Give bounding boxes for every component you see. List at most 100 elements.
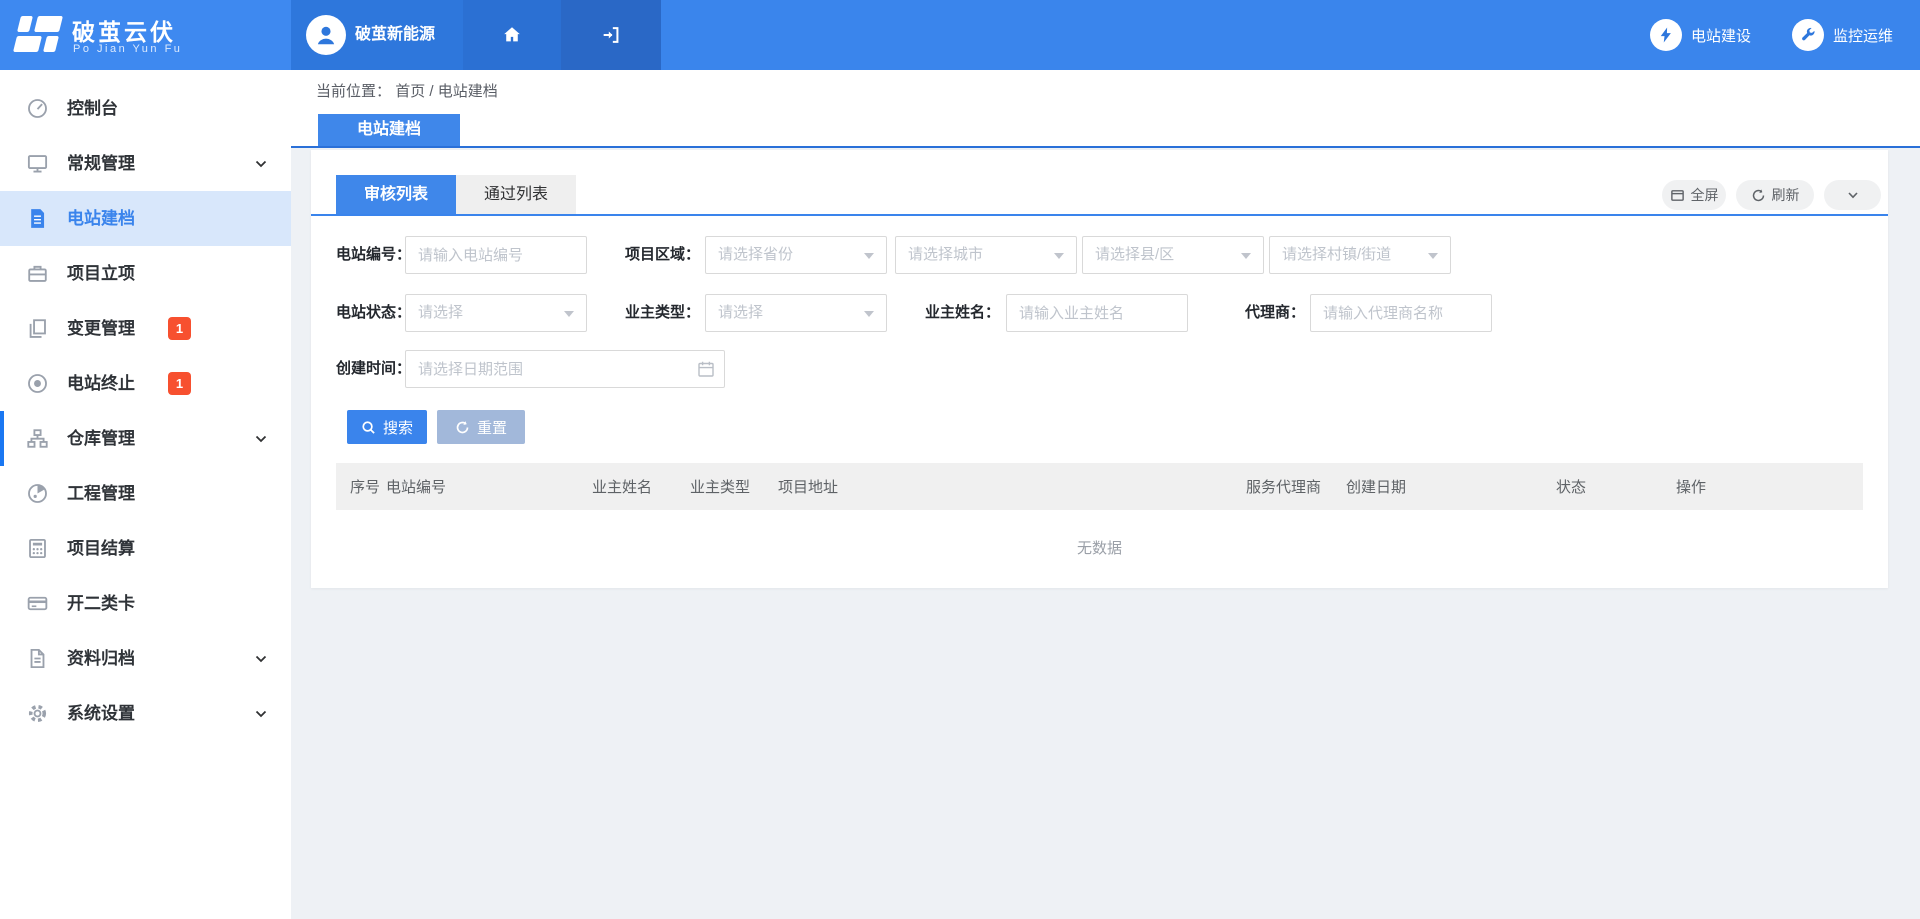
table-header-row: 序号 电站编号 业主姓名 业主类型 项目地址 服务代理商 创建日期 状态 操作 [336, 463, 1863, 510]
station-status-select[interactable]: 请选择 [405, 294, 587, 332]
sidebar-item-warehouse-mgmt[interactable]: 仓库管理 [0, 411, 291, 466]
fullscreen-icon [1670, 188, 1685, 203]
tab-review-list[interactable]: 审核列表 [336, 175, 456, 214]
nav-monitor-ops[interactable]: 监控运维 [1792, 0, 1893, 70]
owner-name-input[interactable] [1006, 294, 1188, 332]
logout-button[interactable] [561, 0, 661, 70]
company-name: 破茧新能源 [355, 0, 435, 70]
monitor-icon [26, 152, 49, 175]
nav-station-build-label: 电站建设 [1691, 25, 1751, 46]
fullscreen-button[interactable]: 全屏 [1662, 180, 1726, 210]
station-code-input[interactable] [405, 236, 587, 274]
bank-card-icon [26, 592, 49, 615]
dashboard-icon [26, 97, 49, 120]
login-arrow-icon [600, 24, 622, 46]
tab-underline [311, 214, 1888, 216]
date-range-input[interactable] [405, 350, 725, 388]
sidebar-item-project-settlement[interactable]: 项目结算 [0, 521, 291, 576]
station-status-label: 电站状态： [336, 294, 400, 332]
city-select[interactable]: 请选择城市 [895, 236, 1077, 274]
table-empty-state: 无数据 [336, 510, 1863, 588]
breadcrumb: 当前位置： 首页 / 电站建档 [316, 80, 498, 101]
create-time-label: 创建时间： [336, 350, 400, 388]
sidebar-item-station-archive[interactable]: 电站建档 [0, 191, 291, 246]
col-owner-name: 业主姓名 [592, 476, 690, 497]
sidebar-item-console[interactable]: 控制台 [0, 81, 291, 136]
chevron-down-icon [254, 432, 268, 446]
sidebar-item-system-settings[interactable]: 系统设置 [0, 686, 291, 741]
logo-area: 破茧云伏 Po Jian Yun Fu [0, 0, 291, 70]
owner-name-label: 业主姓名： [887, 294, 1000, 332]
search-icon [361, 420, 376, 435]
col-create-date: 创建日期 [1346, 476, 1556, 497]
station-termination-badge: 1 [168, 372, 191, 395]
top-header: 破茧云伏 Po Jian Yun Fu 破茧新能源 [0, 0, 1920, 70]
person-icon [313, 22, 339, 48]
chevron-down-icon [254, 707, 268, 721]
owner-type-select[interactable]: 请选择 [705, 294, 887, 332]
nav-monitor-ops-label: 监控运维 [1833, 25, 1893, 46]
sitemap-icon [26, 427, 49, 450]
region-label: 项目区域： [587, 236, 700, 274]
breadcrumb-prefix: 当前位置： [316, 83, 391, 100]
change-mgmt-badge: 1 [168, 317, 191, 340]
col-service-agent: 服务代理商 [1246, 476, 1346, 497]
reset-icon [455, 420, 470, 435]
owner-type-label: 业主类型： [587, 294, 700, 332]
user-segment: 破茧新能源 [291, 0, 463, 70]
archive-doc-icon [26, 647, 49, 670]
col-project-address: 项目地址 [778, 476, 1246, 497]
sidebar-item-station-termination[interactable]: 电站终止 1 [0, 356, 291, 411]
town-select[interactable]: 请选择村镇/街道 [1269, 236, 1451, 274]
lightning-icon [1657, 26, 1675, 44]
home-icon [501, 24, 523, 46]
county-select[interactable]: 请选择县/区 [1082, 236, 1264, 274]
collapse-toolbar-button[interactable] [1824, 180, 1881, 210]
station-code-label: 电站编号： [336, 236, 400, 274]
refresh-icon [1751, 188, 1766, 203]
col-owner-type: 业主类型 [690, 476, 778, 497]
calendar-icon[interactable] [697, 360, 1877, 378]
pie-gauge-icon [26, 482, 49, 505]
brand-title: 破茧云伏 [72, 13, 176, 47]
sidebar-item-engineering-mgmt[interactable]: 工程管理 [0, 466, 291, 521]
col-actions: 操作 [1676, 476, 1863, 497]
chevron-down-icon [1846, 188, 1860, 202]
col-index: 序号 [350, 476, 386, 497]
sidebar-item-project-initiation[interactable]: 项目立项 [0, 246, 291, 301]
sidebar-item-change-mgmt[interactable]: 变更管理 1 [0, 301, 291, 356]
active-indicator-bar [0, 411, 4, 466]
chevron-down-icon [254, 652, 268, 666]
page-tab-station-archive[interactable]: 电站建档 [318, 114, 460, 146]
wrench-icon [1799, 26, 1817, 44]
briefcase-icon [26, 262, 49, 285]
breadcrumb-strip: 当前位置： 首页 / 电站建档 电站建档 [291, 70, 1920, 148]
refresh-button[interactable]: 刷新 [1736, 180, 1814, 210]
content-card: 审核列表 通过列表 全屏 刷新 电站编号： 项目区域： 请选择省份 请选择城市 [311, 150, 1888, 588]
search-button[interactable]: 搜索 [347, 410, 427, 444]
nav-station-build[interactable]: 电站建设 [1650, 0, 1751, 70]
sidebar-item-open-card[interactable]: 开二类卡 [0, 576, 291, 631]
agent-label: 代理商： [1188, 294, 1305, 332]
sidebar-item-data-archive[interactable]: 资料归档 [0, 631, 291, 686]
home-button[interactable] [463, 0, 561, 70]
brand-logo-icon [17, 15, 65, 55]
col-station-code: 电站编号 [386, 476, 592, 497]
sidebar: 控制台 常规管理 电站建档 [0, 70, 291, 919]
reset-button[interactable]: 重置 [437, 410, 525, 444]
chevron-down-icon [254, 157, 268, 171]
copy-pages-icon [26, 317, 49, 340]
user-avatar[interactable] [306, 15, 346, 55]
record-circle-icon [26, 372, 49, 395]
calculator-icon [26, 537, 49, 560]
sidebar-item-general-mgmt[interactable]: 常规管理 [0, 136, 291, 191]
agent-input[interactable] [1310, 294, 1492, 332]
breadcrumb-path[interactable]: 首页 / 电站建档 [395, 83, 498, 100]
col-status: 状态 [1556, 476, 1676, 497]
province-select[interactable]: 请选择省份 [705, 236, 887, 274]
document-icon [26, 207, 49, 230]
gear-icon [26, 702, 49, 725]
brand-subtitle: Po Jian Yun Fu [73, 43, 182, 55]
tab-passed-list[interactable]: 通过列表 [456, 175, 576, 214]
app-root: 破茧云伏 Po Jian Yun Fu 破茧新能源 [0, 0, 1920, 919]
